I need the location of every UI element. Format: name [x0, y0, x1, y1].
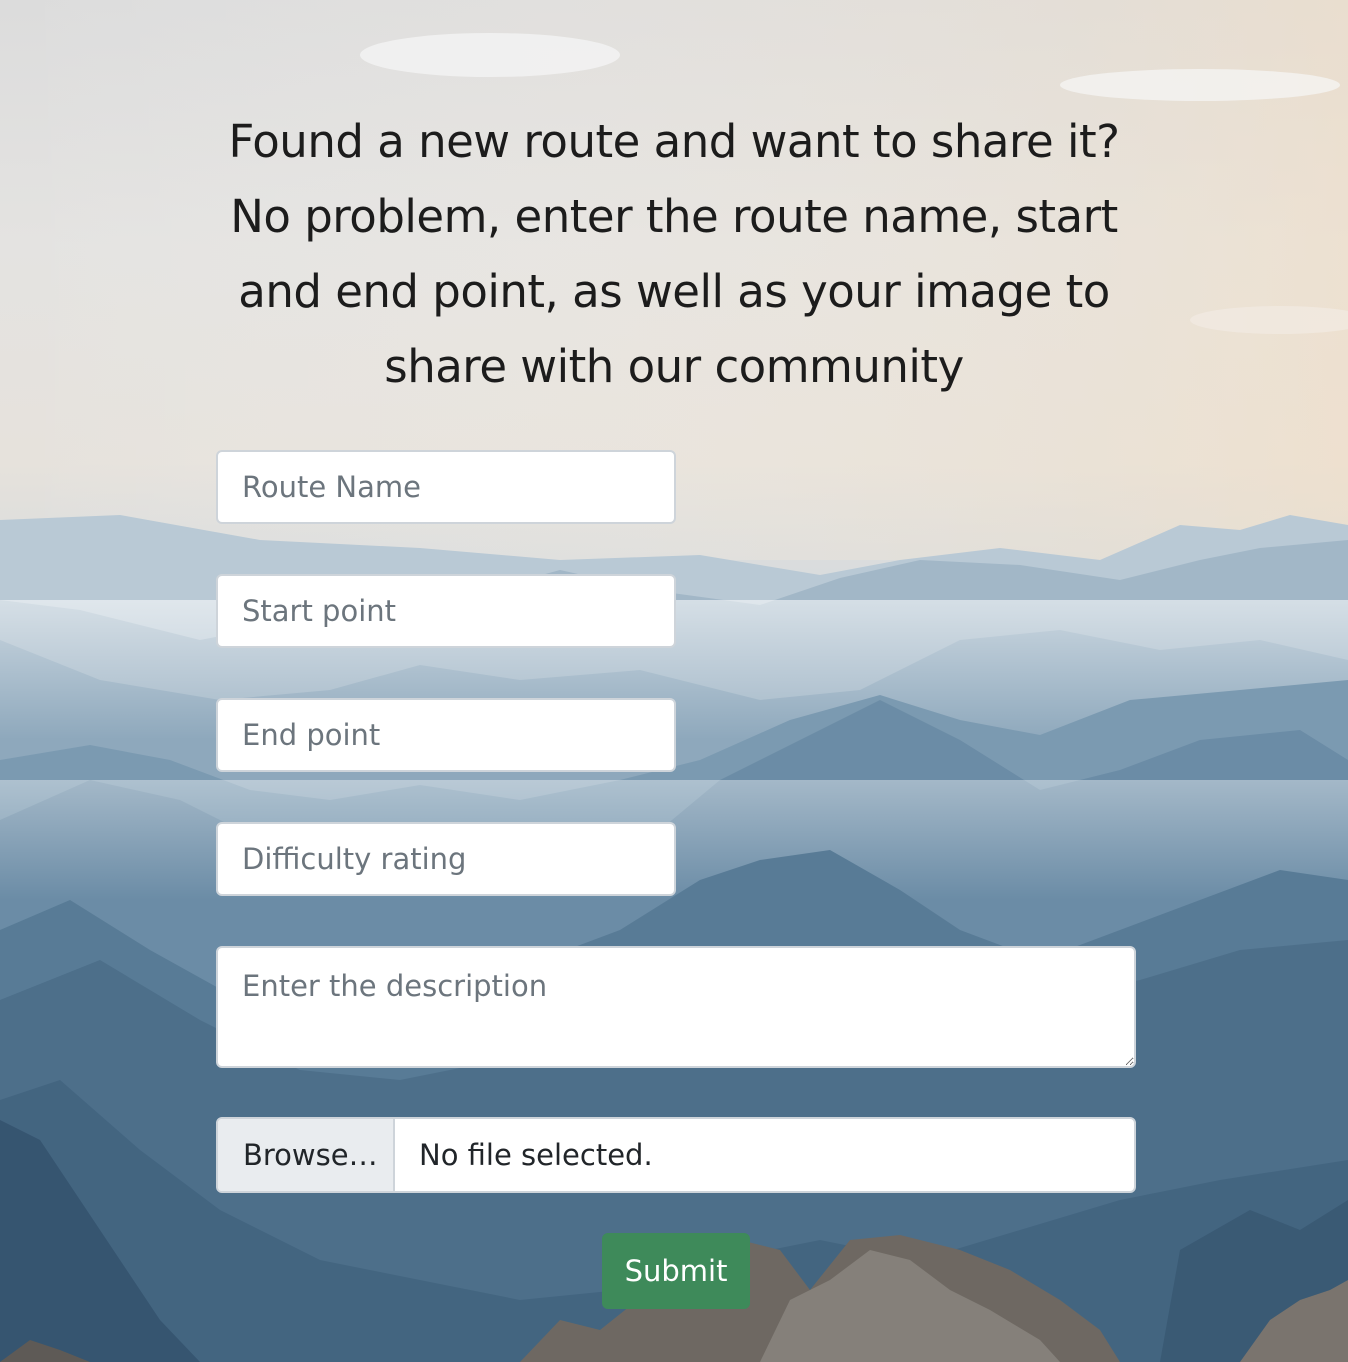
intro-text: Found a new route and want to share it? … [228, 115, 1120, 393]
file-status-text: No file selected. [419, 1138, 653, 1172]
start-point-input[interactable] [216, 574, 676, 648]
description-textarea[interactable] [216, 946, 1136, 1068]
difficulty-rating-input[interactable] [216, 822, 676, 896]
route-name-input[interactable] [216, 450, 676, 524]
file-upload-field[interactable]: Browse… No file selected. [216, 1117, 1136, 1193]
browse-button[interactable]: Browse… [218, 1119, 395, 1191]
page-content: Found a new route and want to share it? … [0, 0, 1348, 1362]
submit-button[interactable]: Submit [602, 1233, 750, 1309]
end-point-input[interactable] [216, 698, 676, 772]
